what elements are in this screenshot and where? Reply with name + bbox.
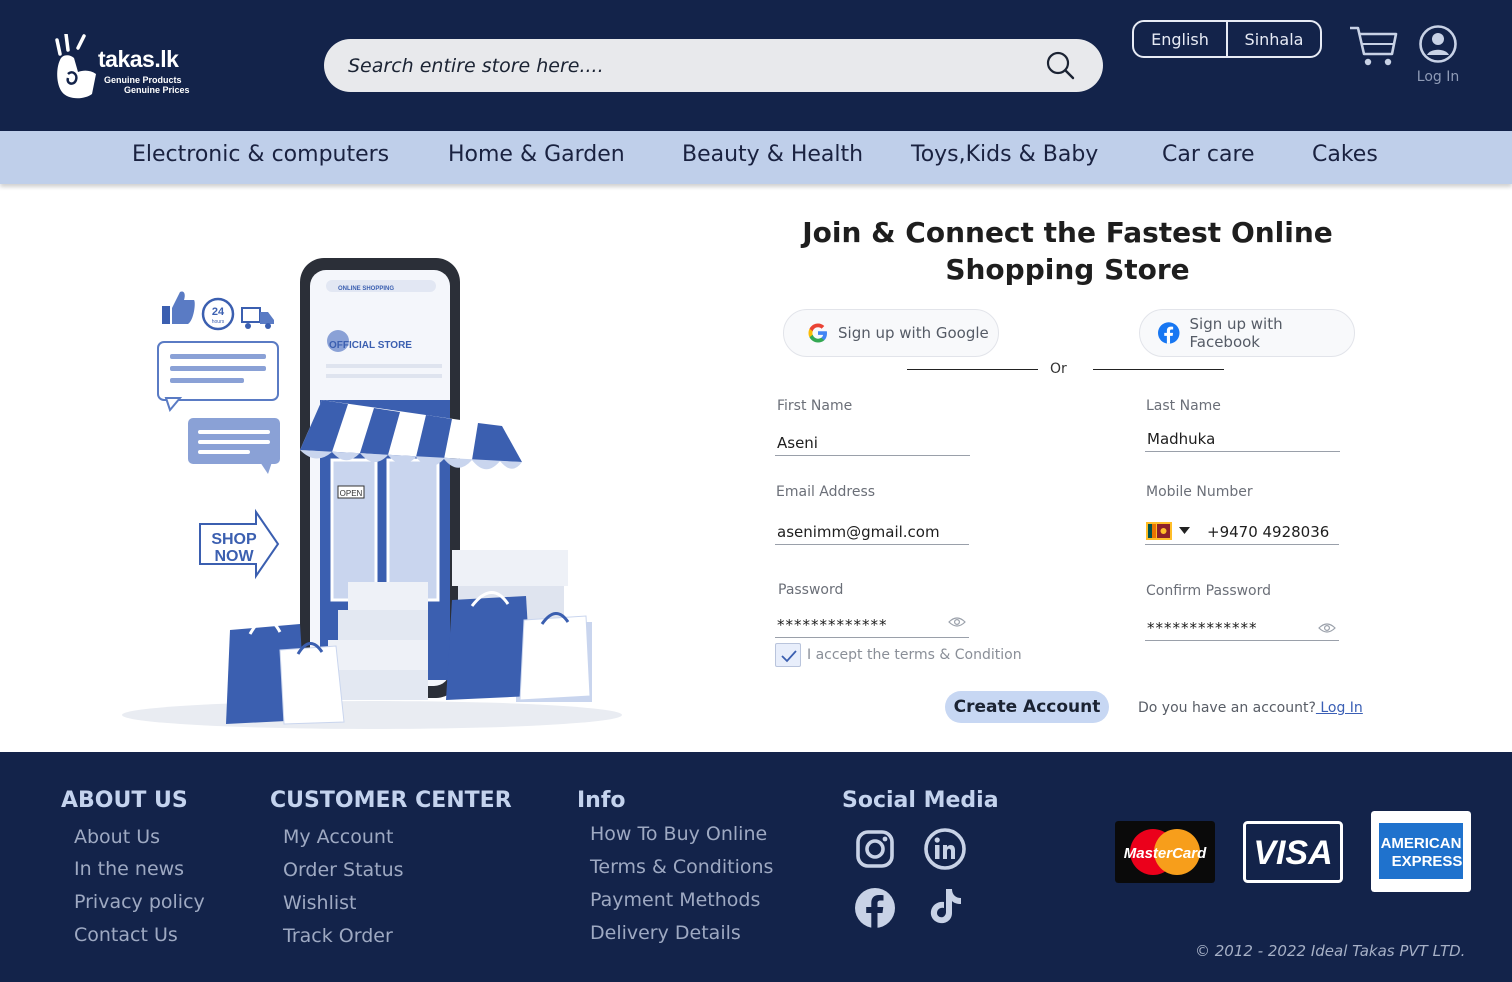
svg-text:AMERICAN: AMERICAN bbox=[1381, 835, 1462, 852]
email-label: Email Address bbox=[776, 484, 876, 500]
facebook-icon bbox=[1158, 322, 1180, 344]
category-beauty-health[interactable]: Beauty & Health bbox=[682, 142, 863, 167]
category-car-care[interactable]: Car care bbox=[1162, 142, 1255, 167]
signup-headline: Join & Connect the Fastest Online Shoppi… bbox=[802, 216, 1333, 286]
footer-link-privacy-policy[interactable]: Privacy policy bbox=[74, 891, 205, 913]
24-hours-icon: 24 hours bbox=[201, 297, 235, 331]
google-icon bbox=[808, 323, 827, 343]
category-cakes[interactable]: Cakes bbox=[1312, 142, 1378, 167]
user-icon[interactable] bbox=[1418, 24, 1458, 64]
or-divider-right bbox=[1093, 369, 1224, 370]
search-bar bbox=[324, 39, 1103, 92]
terms-label: I accept the terms & Condition bbox=[807, 647, 1022, 663]
category-nav: Electronic & computers Home & Garden Bea… bbox=[0, 131, 1512, 184]
last-name-field[interactable] bbox=[1145, 426, 1340, 452]
lang-sinhala[interactable]: Sinhala bbox=[1226, 22, 1320, 56]
footer-link-my-account[interactable]: My Account bbox=[283, 826, 393, 848]
mobile-label: Mobile Number bbox=[1146, 484, 1253, 500]
tagline-2: Genuine Prices bbox=[124, 85, 190, 95]
linkedin-icon[interactable] bbox=[924, 828, 966, 870]
have-account-text: Do you have an account? Log In bbox=[1138, 700, 1363, 716]
first-name-label: First Name bbox=[777, 398, 853, 414]
or-divider-left bbox=[907, 369, 1038, 370]
lang-english[interactable]: English bbox=[1134, 22, 1226, 56]
category-home-garden[interactable]: Home & Garden bbox=[448, 142, 625, 167]
visa-logo: VISA bbox=[1243, 821, 1343, 883]
footer-link-payment-methods[interactable]: Payment Methods bbox=[590, 889, 760, 911]
or-divider-text: Or bbox=[1050, 361, 1067, 377]
online-store-illustration: 24 hours SHOP NOW ONLINE SHOPPING OFFICI… bbox=[122, 258, 622, 729]
footer-link-track-order[interactable]: Track Order bbox=[283, 925, 393, 947]
american-express-logo: AMERICAN EXPRESS bbox=[1371, 811, 1471, 892]
svg-text:EXPRESS: EXPRESS bbox=[1392, 853, 1463, 870]
search-input[interactable] bbox=[348, 47, 1028, 84]
chat-bubble-large bbox=[157, 341, 279, 413]
copyright-text: © 2012 - 2022 Ideal Takas PVT LTD. bbox=[1195, 942, 1466, 960]
svg-text:ONLINE SHOPPING: ONLINE SHOPPING bbox=[338, 286, 394, 292]
tagline-1: Genuine Products bbox=[104, 75, 182, 85]
footer-customer-heading: CUSTOMER CENTER bbox=[270, 788, 512, 813]
email-field[interactable] bbox=[775, 519, 969, 545]
svg-text:VISA: VISA bbox=[1253, 834, 1332, 872]
show-confirm-password-eye-icon[interactable] bbox=[1318, 622, 1336, 634]
google-signup-label: Sign up with Google bbox=[838, 324, 989, 342]
svg-text:OPEN: OPEN bbox=[340, 489, 363, 498]
check-icon bbox=[781, 650, 797, 663]
category-toys-kids-baby[interactable]: Toys,Kids & Baby bbox=[911, 142, 1098, 167]
create-account-button[interactable]: Create Account bbox=[945, 691, 1109, 723]
cart-icon[interactable] bbox=[1348, 24, 1398, 68]
hand-logo-icon bbox=[55, 34, 96, 99]
top-header: takas.lk Genuine Products Genuine Prices… bbox=[0, 0, 1512, 131]
header-login-link[interactable]: Log In bbox=[1408, 69, 1468, 85]
shop-now-sign: SHOP NOW bbox=[199, 508, 280, 580]
takas-logo[interactable]: takas.lk Genuine Products Genuine Prices bbox=[50, 20, 200, 104]
instagram-icon[interactable] bbox=[854, 828, 896, 870]
thumbs-up-icon bbox=[162, 291, 195, 324]
footer-link-contact-us[interactable]: Contact Us bbox=[74, 924, 178, 946]
google-signup-button[interactable]: Sign up with Google bbox=[783, 309, 999, 357]
mobile-number-field[interactable] bbox=[1145, 519, 1339, 545]
footer-link-terms[interactable]: Terms & Conditions bbox=[590, 856, 773, 878]
first-name-field[interactable] bbox=[775, 430, 970, 456]
show-password-eye-icon[interactable] bbox=[948, 616, 966, 628]
password-field[interactable] bbox=[775, 612, 969, 638]
confirm-password-field[interactable] bbox=[1145, 615, 1339, 641]
facebook-signup-label: Sign up with Facebook bbox=[1189, 315, 1283, 351]
delivery-truck-icon bbox=[241, 307, 274, 329]
category-electronics[interactable]: Electronic & computers bbox=[132, 142, 389, 167]
last-name-label: Last Name bbox=[1146, 398, 1221, 414]
footer-info-heading: Info bbox=[577, 788, 626, 813]
facebook-signup-button[interactable]: Sign up with Facebook bbox=[1139, 309, 1355, 357]
login-link[interactable]: Log In bbox=[1316, 700, 1362, 716]
tiktok-icon[interactable] bbox=[924, 885, 966, 927]
footer-link-how-to-buy[interactable]: How To Buy Online bbox=[590, 823, 767, 845]
footer-link-delivery-details[interactable]: Delivery Details bbox=[590, 922, 741, 944]
search-icon[interactable] bbox=[1046, 51, 1076, 81]
chat-bubble-small bbox=[188, 418, 280, 474]
svg-text:SHOP: SHOP bbox=[211, 531, 257, 548]
footer-social-heading: Social Media bbox=[842, 788, 999, 813]
terms-checkbox[interactable] bbox=[775, 643, 801, 667]
brand-name: takas.lk bbox=[98, 46, 179, 72]
language-switcher: English Sinhala bbox=[1132, 20, 1322, 58]
svg-text:24: 24 bbox=[212, 306, 225, 318]
footer: ABOUT US About Us In the news Privacy po… bbox=[0, 752, 1512, 982]
svg-text:OFFICIAL STORE: OFFICIAL STORE bbox=[329, 340, 412, 351]
password-label: Password bbox=[778, 582, 844, 598]
have-account-question: Do you have an account? bbox=[1138, 700, 1316, 716]
footer-link-wishlist[interactable]: Wishlist bbox=[283, 892, 357, 914]
footer-about-heading: ABOUT US bbox=[61, 788, 188, 813]
svg-text:hours: hours bbox=[212, 319, 225, 325]
confirm-password-label: Confirm Password bbox=[1146, 583, 1272, 599]
svg-text:NOW: NOW bbox=[214, 548, 254, 565]
footer-link-order-status[interactable]: Order Status bbox=[283, 859, 404, 881]
svg-text:MasterCard: MasterCard bbox=[1124, 845, 1207, 862]
footer-link-in-the-news[interactable]: In the news bbox=[74, 858, 184, 880]
mastercard-logo: MasterCard bbox=[1115, 821, 1215, 883]
footer-link-about-us[interactable]: About Us bbox=[74, 826, 160, 848]
facebook-icon[interactable] bbox=[854, 887, 896, 929]
